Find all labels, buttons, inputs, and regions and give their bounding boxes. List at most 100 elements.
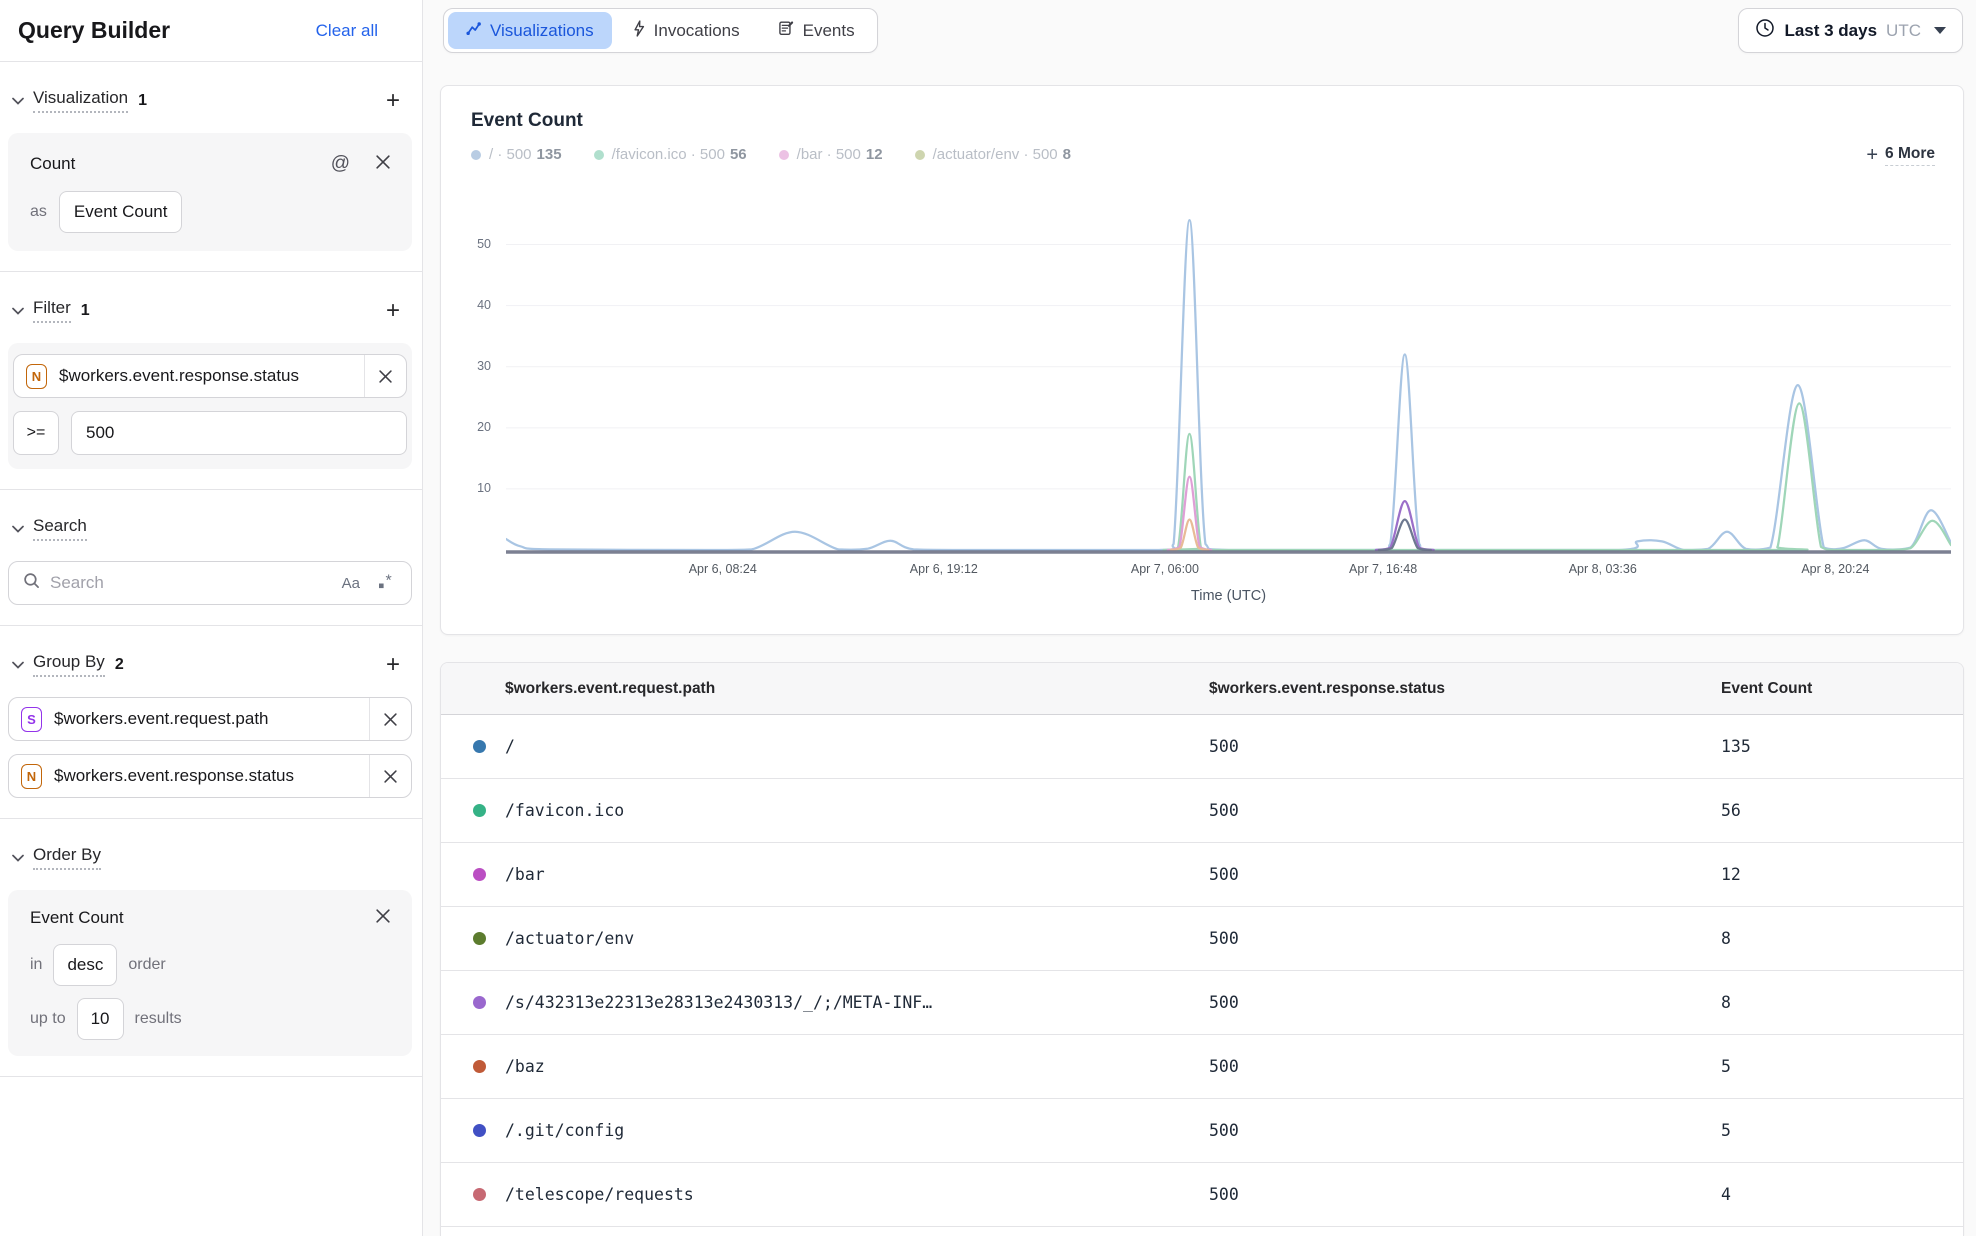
series-color-dot — [473, 804, 486, 817]
table-row[interactable]: /telescope/requests5004 — [441, 1163, 1963, 1227]
caret-down-icon — [1934, 27, 1946, 34]
order-label: order — [128, 956, 165, 974]
legend-item[interactable]: /actuator/env · 5008 — [915, 146, 1071, 163]
x-axis-title: Time (UTC) — [506, 588, 1951, 604]
filter-label[interactable]: Filter — [33, 298, 71, 323]
chart-panel: Event Count / · 500135/favicon.ico · 500… — [440, 85, 1964, 635]
search-input[interactable]: Search Aa * — [8, 561, 412, 605]
case-sensitive-toggle[interactable]: Aa — [342, 575, 360, 592]
visualization-label[interactable]: Visualization — [33, 88, 128, 113]
filter-operator-select[interactable]: >= — [13, 411, 59, 455]
remove-group-by-icon[interactable] — [369, 698, 411, 740]
line-chart[interactable] — [506, 214, 1951, 556]
table-row[interactable]: /bar50012 — [441, 843, 1963, 907]
tab-visualizations[interactable]: Visualizations — [448, 12, 612, 49]
legend-more-button[interactable]: + 6 More — [1866, 144, 1935, 167]
as-label: as — [30, 203, 47, 221]
series-color-dot — [473, 868, 486, 881]
order-by-section: Order By Event Count in desc order up to… — [0, 819, 422, 1076]
filter-field-name: $workers.event.response.status — [59, 366, 299, 386]
table-row[interactable]: /baz5005 — [441, 1035, 1963, 1099]
table-row[interactable]: /500135 — [441, 715, 1963, 779]
chevron-down-icon[interactable] — [12, 520, 24, 538]
remove-order-by-icon[interactable] — [376, 909, 390, 928]
y-tick-label: 10 — [441, 481, 491, 495]
cell-path: /actuator/env — [505, 929, 1209, 948]
filter-value-input[interactable]: 500 — [71, 411, 407, 455]
column-header-status[interactable]: $workers.event.response.status — [1209, 680, 1721, 698]
series-color-dot — [473, 740, 486, 753]
remove-filter-icon[interactable] — [364, 355, 406, 397]
search-label[interactable]: Search — [33, 516, 87, 541]
add-filter-button[interactable]: + — [386, 302, 400, 320]
clear-all-link[interactable]: Clear all — [316, 21, 378, 41]
add-visualization-button[interactable]: + — [386, 92, 400, 110]
legend-dot — [779, 150, 789, 160]
order-direction-select[interactable]: desc — [53, 944, 117, 986]
type-badge: S — [21, 707, 42, 732]
table-row[interactable]: /actuator/env5008 — [441, 907, 1963, 971]
series-color-dot — [473, 996, 486, 1009]
metric-name[interactable]: Count — [30, 154, 75, 174]
cell-count: 5 — [1721, 1121, 1963, 1140]
table-body: /500135/favicon.ico50056/bar50012/actuat… — [441, 715, 1963, 1227]
cell-count: 56 — [1721, 801, 1963, 820]
order-field-name: Event Count — [30, 908, 124, 928]
legend-text: /bar · 500 — [797, 146, 861, 163]
limit-input[interactable]: 10 — [77, 998, 124, 1040]
y-tick-label: 40 — [441, 298, 491, 312]
alias-at-icon[interactable]: @ — [331, 153, 350, 175]
filter-field-row[interactable]: N $workers.event.response.status — [13, 354, 407, 398]
regex-toggle-icon[interactable]: * — [376, 572, 397, 595]
add-group-by-button[interactable]: + — [386, 656, 400, 674]
column-header-path[interactable]: $workers.event.request.path — [505, 680, 1209, 698]
chevron-down-icon[interactable] — [12, 92, 24, 110]
y-tick-label: 20 — [441, 420, 491, 434]
column-header-count[interactable]: Event Count — [1721, 680, 1963, 698]
search-icon — [23, 572, 40, 594]
visualization-count: 1 — [138, 92, 147, 110]
chevron-down-icon[interactable] — [12, 656, 24, 674]
lightning-icon — [632, 20, 645, 42]
legend-item[interactable]: / · 500135 — [471, 146, 562, 163]
tab-invocations[interactable]: Invocations — [614, 12, 758, 49]
page-title: Query Builder — [18, 17, 170, 44]
results-table-panel: $workers.event.request.path $workers.eve… — [440, 662, 1964, 1236]
remove-visualization-icon[interactable] — [376, 155, 390, 174]
legend-item[interactable]: /bar · 500 12 — [779, 146, 883, 163]
cell-path: /bar — [505, 865, 1209, 884]
group-by-field-row[interactable]: N$workers.event.response.status — [8, 754, 412, 798]
legend-count: 12 — [866, 146, 883, 163]
series-color-dot — [473, 932, 486, 945]
line-chart-icon — [466, 21, 481, 41]
table-row[interactable]: /.git/config5005 — [441, 1099, 1963, 1163]
time-range-selector[interactable]: Last 3 days UTC — [1738, 8, 1963, 53]
up-to-label: up to — [30, 1010, 66, 1028]
legend-count: 56 — [730, 146, 747, 163]
remove-group-by-icon[interactable] — [369, 755, 411, 797]
group-by-field-row[interactable]: S$workers.event.request.path — [8, 697, 412, 741]
order-by-label[interactable]: Order By — [33, 845, 101, 870]
alias-input[interactable]: Event Count — [59, 191, 183, 233]
tab-events[interactable]: Events — [760, 12, 873, 49]
cell-path: /favicon.ico — [505, 801, 1209, 820]
series-color-dot — [473, 1124, 486, 1137]
cell-path: /.git/config — [505, 1121, 1209, 1140]
chevron-down-icon[interactable] — [12, 302, 24, 320]
table-row[interactable]: /s/432313e22313e28313e2430313/_/;/META-I… — [441, 971, 1963, 1035]
cell-status: 500 — [1209, 929, 1721, 948]
cell-count: 8 — [1721, 993, 1963, 1012]
table-row[interactable]: /favicon.ico50056 — [441, 779, 1963, 843]
cell-status: 500 — [1209, 737, 1721, 756]
tab-label: Events — [803, 21, 855, 41]
group-by-label[interactable]: Group By — [33, 652, 105, 677]
legend-item[interactable]: /favicon.ico · 50056 — [594, 146, 747, 163]
cell-status: 500 — [1209, 993, 1721, 1012]
results-label: results — [135, 1010, 182, 1028]
chevron-down-icon[interactable] — [12, 849, 24, 867]
timezone-label: UTC — [1886, 21, 1921, 41]
legend-count: 8 — [1063, 146, 1071, 163]
x-tick-label: Apr 8, 20:24 — [1801, 562, 1869, 576]
more-label: 6 More — [1885, 145, 1935, 166]
chart-title: Event Count — [471, 110, 583, 132]
